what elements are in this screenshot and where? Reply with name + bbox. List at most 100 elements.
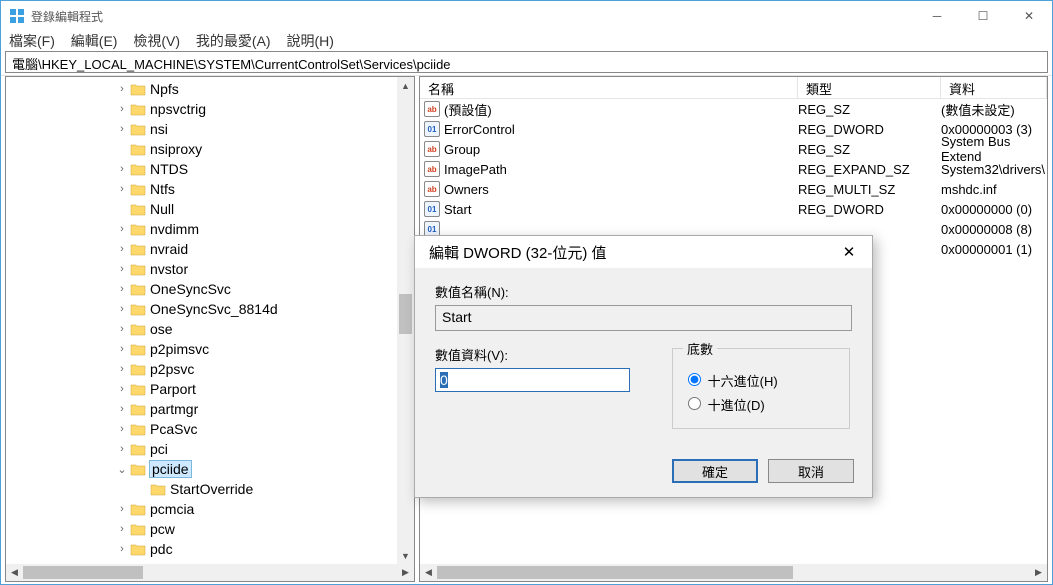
tree-item[interactable]: ⌄pciide (6, 459, 397, 479)
expand-icon[interactable]: › (116, 123, 128, 135)
tree-item[interactable]: ›Ntfs (6, 179, 397, 199)
tree-item[interactable]: ›pdc (6, 539, 397, 559)
expand-icon[interactable]: › (116, 543, 128, 555)
list-row[interactable]: 01StartREG_DWORD0x00000000 (0) (420, 199, 1047, 219)
radio-hex-input[interactable] (688, 373, 701, 386)
value-type: REG_SZ (798, 142, 941, 157)
tree-item[interactable]: ›p2psvc (6, 359, 397, 379)
folder-icon (130, 182, 146, 196)
tree-item[interactable]: ›p2pimsvc (6, 339, 397, 359)
tree-item[interactable]: › nsi (6, 119, 397, 139)
value-name: (預設值) (444, 100, 492, 119)
scroll-up-icon[interactable]: ▲ (397, 77, 414, 94)
tree-item-label: nsi (150, 121, 168, 137)
tree-item-label: ose (150, 321, 173, 337)
scroll-thumb[interactable] (437, 566, 793, 579)
scroll-thumb[interactable] (399, 294, 412, 334)
list-row[interactable]: ab(預設值)REG_SZ(數值未設定) (420, 99, 1047, 119)
scroll-thumb[interactable] (23, 566, 143, 579)
expand-icon[interactable]: › (116, 243, 128, 255)
expand-icon[interactable]: › (116, 283, 128, 295)
value-name-label: 數值名稱(N): (435, 282, 852, 301)
tree-item[interactable]: ›pcmcia (6, 499, 397, 519)
expand-icon[interactable]: › (116, 423, 128, 435)
minimize-button[interactable]: ─ (914, 1, 960, 31)
tree-item[interactable]: ›pcw (6, 519, 397, 539)
maximize-button[interactable]: ☐ (960, 1, 1006, 31)
folder-icon (130, 342, 146, 356)
scroll-right-icon[interactable]: ▶ (397, 564, 414, 581)
header-data[interactable]: 資料 (941, 77, 1047, 98)
expand-icon[interactable]: › (116, 163, 128, 175)
tree-item[interactable]: ›npsvctrig (6, 99, 397, 119)
header-name[interactable]: 名稱 (420, 77, 798, 98)
tree-item[interactable]: ›PcaSvc (6, 419, 397, 439)
dialog-close-icon[interactable]: ✕ (834, 243, 864, 261)
expand-icon[interactable]: › (116, 303, 128, 315)
folder-icon (130, 322, 146, 336)
tree-item[interactable]: ›NTDS (6, 159, 397, 179)
expand-icon[interactable]: › (116, 443, 128, 455)
expand-icon[interactable]: › (116, 223, 128, 235)
expand-icon[interactable]: › (116, 343, 128, 355)
scroll-left-icon[interactable]: ◀ (6, 564, 23, 581)
list-row[interactable]: abGroupREG_SZSystem Bus Extend (420, 139, 1047, 159)
tree-item[interactable]: ›Parport (6, 379, 397, 399)
list-row[interactable]: abOwnersREG_MULTI_SZmshdc.inf (420, 179, 1047, 199)
tree-item[interactable]: › ose (6, 319, 397, 339)
value-data-input[interactable] (435, 368, 630, 392)
expand-icon[interactable]: › (116, 183, 128, 195)
scroll-left-icon[interactable]: ◀ (420, 564, 437, 581)
expand-icon[interactable]: ⌄ (116, 463, 128, 476)
value-type: REG_DWORD (798, 202, 941, 217)
tree-item[interactable]: Null (6, 199, 397, 219)
value-data: mshdc.inf (941, 182, 1047, 197)
tree-item[interactable]: ›nvraid (6, 239, 397, 259)
expand-icon[interactable]: › (116, 503, 128, 515)
tree-vertical-scrollbar[interactable]: ▲ ▼ (397, 77, 414, 564)
radio-hex[interactable]: 十六進位(H) (683, 370, 839, 390)
list-row[interactable]: abImagePathREG_EXPAND_SZSystem32\drivers… (420, 159, 1047, 179)
menu-favorites[interactable]: 我的最愛(A) (196, 33, 271, 49)
header-type[interactable]: 類型 (798, 77, 941, 98)
expand-icon[interactable]: › (116, 383, 128, 395)
expand-icon[interactable]: › (116, 103, 128, 115)
folder-icon (130, 302, 146, 316)
path-bar[interactable]: 電腦\HKEY_LOCAL_MACHINE\SYSTEM\CurrentCont… (5, 51, 1048, 73)
expand-icon[interactable]: › (116, 323, 128, 335)
expand-icon[interactable]: › (116, 523, 128, 535)
list-horizontal-scrollbar[interactable]: ◀ ▶ (420, 564, 1047, 581)
tree-item[interactable]: ›pci (6, 439, 397, 459)
tree-item[interactable]: › OneSyncSvc (6, 279, 397, 299)
tree-item[interactable]: nsiproxy (6, 139, 397, 159)
tree-item[interactable]: ›nvdimm (6, 219, 397, 239)
tree-item-label: OneSyncSvc (150, 281, 231, 297)
value-type-icon: ab (424, 181, 440, 197)
tree-item[interactable]: ›nvstor (6, 259, 397, 279)
tree-item[interactable]: ›partmgr (6, 399, 397, 419)
expand-icon[interactable]: › (116, 403, 128, 415)
value-type-icon: 01 (424, 121, 440, 137)
expand-icon[interactable]: › (116, 83, 128, 95)
scroll-down-icon[interactable]: ▼ (397, 547, 414, 564)
cancel-button[interactable]: 取消 (768, 459, 854, 483)
scroll-right-icon[interactable]: ▶ (1030, 564, 1047, 581)
menu-view[interactable]: 檢視(V) (133, 33, 180, 49)
menu-help[interactable]: 說明(H) (286, 33, 333, 49)
menu-edit[interactable]: 編輯(E) (71, 33, 118, 49)
value-data: 0x00000000 (0) (941, 202, 1047, 217)
ok-button[interactable]: 確定 (672, 459, 758, 483)
radio-dec[interactable]: 十進位(D) (683, 394, 839, 414)
folder-icon (130, 222, 146, 236)
tree-item[interactable]: ›Npfs (6, 79, 397, 99)
folder-icon (130, 542, 146, 556)
expand-icon[interactable]: › (116, 263, 128, 275)
value-type: REG_MULTI_SZ (798, 182, 941, 197)
radio-dec-input[interactable] (688, 397, 701, 410)
menu-file[interactable]: 檔案(F) (9, 33, 55, 49)
expand-icon[interactable]: › (116, 363, 128, 375)
close-button[interactable]: ✕ (1006, 1, 1052, 31)
tree-item[interactable]: ›OneSyncSvc_8814d (6, 299, 397, 319)
tree-item[interactable]: StartOverride (6, 479, 397, 499)
tree-horizontal-scrollbar[interactable]: ◀ ▶ (6, 564, 414, 581)
